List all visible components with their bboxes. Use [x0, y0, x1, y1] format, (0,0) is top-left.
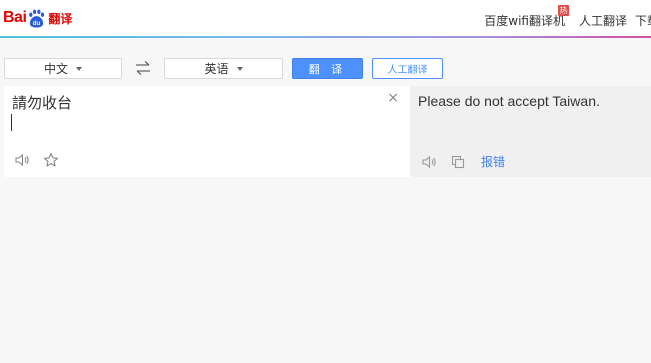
source-language-select[interactable]: 中文 — [4, 58, 122, 79]
top-nav: 百度wifi翻译机 热 人工翻译 下载 — [484, 4, 651, 29]
result-actions: 报错 — [421, 153, 505, 170]
translate-button[interactable]: 翻 译 — [292, 58, 363, 79]
source-text-panel[interactable]: 請勿收台 × — [4, 86, 410, 177]
logo-text-bai: Bai — [3, 9, 27, 26]
speaker-icon[interactable] — [421, 154, 437, 170]
nav-wifi-translator-label: 百度wifi翻译机 — [484, 13, 565, 28]
source-language-label: 中文 — [43, 62, 68, 76]
baidu-fanyi-logo[interactable]: Bai du 翻译 — [3, 6, 72, 30]
target-language-label: 英语 — [204, 62, 229, 76]
copy-icon[interactable] — [450, 154, 466, 170]
human-translate-button[interactable]: 人工翻译 — [372, 58, 443, 79]
translation-result-panel: Please do not accept Taiwan. 报错 — [410, 86, 651, 177]
nav-human-translation[interactable]: 人工翻译 — [579, 12, 627, 29]
swap-languages-icon[interactable] — [134, 60, 152, 76]
clear-input-button[interactable]: × — [387, 90, 399, 106]
star-icon[interactable] — [43, 152, 59, 168]
speaker-icon[interactable] — [14, 152, 30, 168]
chevron-down-icon — [236, 66, 243, 71]
baidu-paw-icon: du — [29, 9, 45, 28]
header-gradient-line — [0, 36, 651, 38]
logo-text-du: du — [33, 20, 41, 27]
translation-result-text: Please do not accept Taiwan. — [418, 93, 600, 109]
nav-wifi-translator[interactable]: 百度wifi翻译机 热 — [484, 4, 569, 29]
nav-download[interactable]: 下载 — [635, 12, 651, 29]
top-bar: Bai du 翻译 百度wifi翻译机 热 人工翻译 下载 — [0, 0, 651, 37]
target-language-select[interactable]: 英语 — [164, 58, 283, 79]
text-cursor — [11, 114, 12, 131]
source-text-input[interactable]: 請勿收台 — [12, 92, 72, 113]
hot-badge: 热 — [557, 4, 569, 16]
report-error-link[interactable]: 报错 — [481, 153, 505, 170]
logo-text-fanyi: 翻译 — [48, 11, 73, 26]
translate-toolbar: 中文 英语 翻 译 人工翻译 — [0, 58, 651, 80]
source-actions — [14, 152, 72, 168]
chevron-down-icon — [76, 66, 82, 71]
